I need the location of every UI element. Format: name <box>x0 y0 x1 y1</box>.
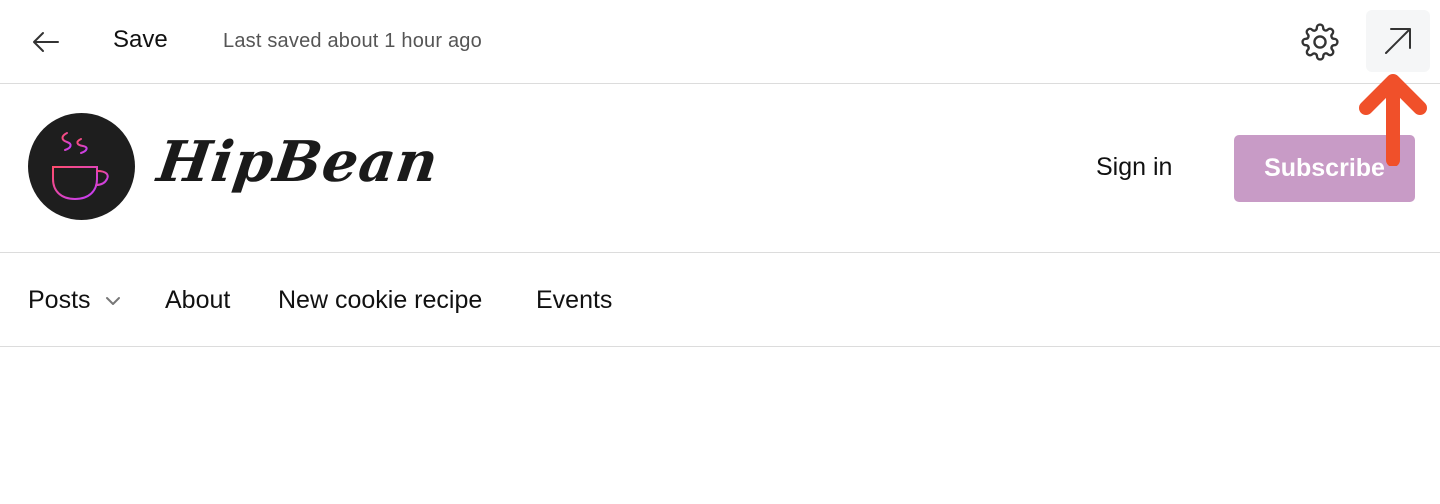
nav-item-events[interactable]: Events <box>536 286 612 315</box>
gear-icon <box>1301 23 1339 61</box>
arrow-up-right-icon <box>1385 28 1411 54</box>
coffee-cup-icon <box>51 131 109 200</box>
save-button[interactable]: Save <box>113 26 168 54</box>
nav-item-posts[interactable]: Posts <box>28 286 121 315</box>
view-site-button[interactable] <box>1366 10 1430 72</box>
nav-item-new-cookie-recipe[interactable]: New cookie recipe <box>278 286 482 315</box>
arrow-left-icon <box>33 32 59 52</box>
nav-item-about[interactable]: About <box>165 286 230 315</box>
arrow-up-annotation <box>1359 74 1427 166</box>
site-navigation: Posts About New cookie recipe Events <box>0 254 1440 347</box>
site-header: HipBean Sign in Subscribe <box>0 85 1440 253</box>
site-title[interactable]: HipBean <box>153 129 443 195</box>
site-logo[interactable] <box>28 113 135 220</box>
settings-button[interactable] <box>1298 20 1342 64</box>
last-saved-status: Last saved about 1 hour ago <box>223 30 482 52</box>
nav-item-label: Posts <box>28 286 91 314</box>
editor-toolbar: Save Last saved about 1 hour ago <box>0 0 1440 84</box>
back-button[interactable] <box>26 24 66 60</box>
chevron-down-icon <box>105 296 121 306</box>
sign-in-link[interactable]: Sign in <box>1096 153 1172 182</box>
